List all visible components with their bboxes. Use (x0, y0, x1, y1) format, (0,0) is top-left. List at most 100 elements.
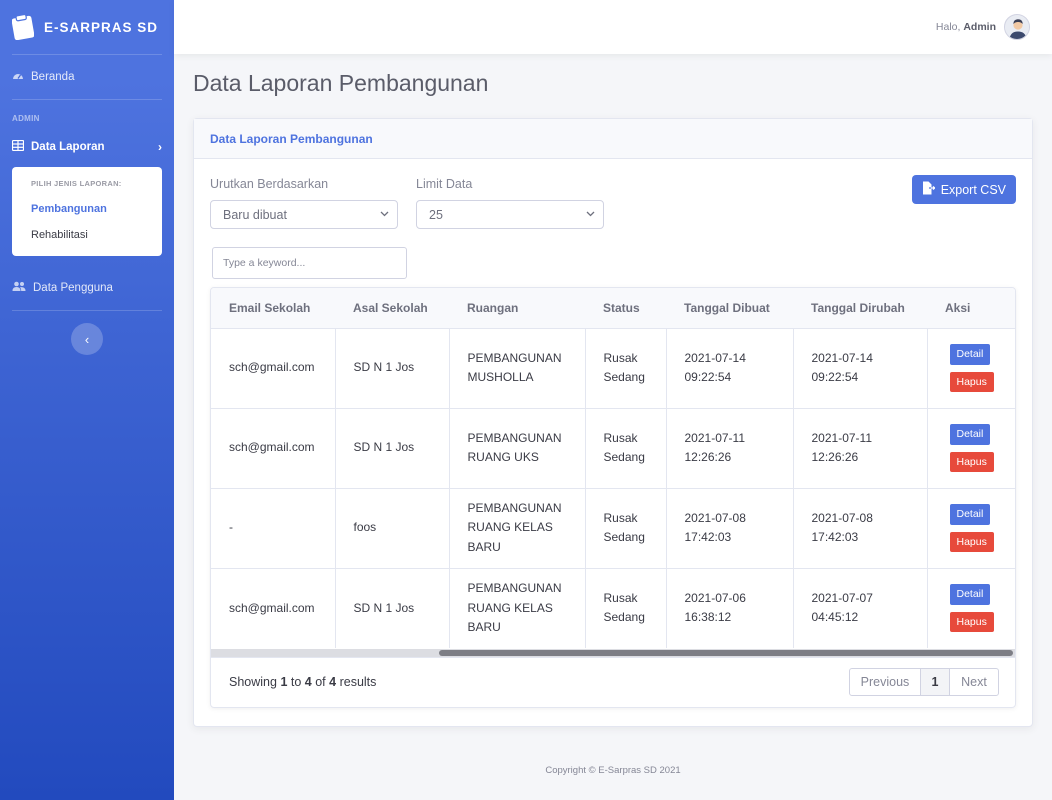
column-header[interactable]: Tanggal Dirubah (793, 288, 927, 328)
sidebar-item-label: Data Laporan (31, 141, 105, 153)
table-row: - foos PEMBANGUNAN RUANG KELAS BARU Rusa… (211, 488, 1015, 568)
cell-tanggal-dibuat: 2021-07-11 12:26:26 (665, 408, 793, 488)
search-input[interactable] (212, 247, 407, 279)
cell-asal-sekolah: foos (334, 488, 449, 568)
previous-page-button[interactable]: Previous (850, 669, 920, 695)
cell-status: Rusak Sedang (584, 488, 666, 568)
sidebar-item-label: Beranda (31, 71, 75, 83)
cell-email: sch@gmail.com (229, 600, 315, 615)
detail-button[interactable]: Detail (949, 423, 991, 445)
hapus-button[interactable]: Hapus (949, 371, 994, 393)
summary-total: 4 (329, 675, 337, 689)
card-header: Data Laporan Pembangunan (194, 119, 1032, 159)
limit-label: Limit Data (416, 177, 473, 191)
export-csv-button[interactable]: Export CSV (911, 175, 1016, 204)
cell-email: - (229, 520, 233, 535)
sidebar-heading-admin: ADMIN (12, 114, 40, 123)
sidebar-brand[interactable]: E-SARPRAS SD (0, 0, 174, 54)
cell-tanggal-dirubah: 2021-07-11 12:26:26 (792, 408, 927, 488)
sort-select-value: Baru dibuat (223, 207, 287, 222)
sort-label: Urutkan Berdasarkan (210, 177, 329, 191)
cell-tanggal-dibuat: 2021-07-06 16:38:12 (665, 568, 793, 648)
column-header[interactable]: Asal Sekolah (335, 288, 449, 328)
column-header[interactable]: Status (585, 288, 666, 328)
table-row: sch@gmail.com SD N 1 Jos PEMBANGUNAN MUS… (211, 328, 1015, 408)
table-icon (11, 139, 25, 154)
sidebar: E-SARPRAS SD Beranda ADMIN Data Laporan … (0, 0, 174, 800)
cell-aksi: Detail Hapus (926, 488, 1015, 568)
column-header[interactable]: Tanggal Dibuat (666, 288, 793, 328)
export-csv-label: Export CSV (940, 182, 1006, 197)
chevron-down-icon (380, 209, 389, 221)
footer-copyright: Copyright © E-Sarpras SD 2021 (545, 765, 681, 776)
summary-suffix: results (339, 675, 377, 689)
column-header: Aksi (945, 300, 971, 315)
dashboard-icon (12, 70, 24, 85)
cell-tanggal-dirubah: 2021-07-08 17:42:03 (792, 488, 927, 568)
sidebar-item-data-pengguna[interactable]: Data Pengguna (0, 266, 174, 310)
detail-button[interactable]: Detail (949, 343, 991, 365)
column-header[interactable]: Ruangan (449, 288, 585, 328)
clipboard-icon (11, 13, 35, 41)
hapus-button[interactable]: Hapus (949, 611, 994, 633)
submenu-item-pembangunan[interactable]: Pembangunan (12, 196, 162, 222)
cell-tanggal-dibuat: 2021-07-14 09:22:54 (665, 328, 793, 408)
hapus-button[interactable]: Hapus (949, 451, 994, 473)
table-header-row: Email Sekolah Asal Sekolah Ruangan Statu… (211, 288, 1015, 328)
laporan-submenu: PILIH JENIS LAPORAN: Pembangunan Rehabil… (12, 167, 162, 256)
submenu-item-rehabilitasi[interactable]: Rehabilitasi (12, 222, 162, 248)
cell-status: Rusak Sedang (584, 408, 666, 488)
greeting-prefix: Halo, (935, 21, 961, 33)
cell-aksi: Detail Hapus (926, 408, 1015, 488)
cell-status: Rusak Sedang (584, 328, 666, 408)
cell-aksi: Detail Hapus (926, 568, 1015, 648)
cell-tanggal-dirubah: 2021-07-14 09:22:54 (792, 328, 927, 408)
results-summary: Showing 1 to 4 of 4 results (229, 675, 376, 689)
sidebar-item-beranda[interactable]: Beranda (0, 55, 174, 99)
cell-aksi: Detail Hapus (926, 328, 1015, 408)
detail-button[interactable]: Detail (949, 584, 991, 605)
table-footer: Showing 1 to 4 of 4 results Previous 1 N… (211, 657, 1015, 707)
submenu-header: PILIH JENIS LAPORAN: (31, 179, 122, 188)
pagination: Previous 1 Next (849, 668, 999, 696)
users-icon (12, 281, 26, 295)
cell-ruangan: PEMBANGUNAN MUSHOLLA (448, 328, 585, 408)
report-card: Data Laporan Pembangunan Urutkan Berdasa… (193, 118, 1033, 727)
file-export-icon (922, 181, 936, 198)
avatar[interactable] (1004, 14, 1030, 40)
chevron-right-icon: › (158, 140, 162, 154)
column-header[interactable]: Email Sekolah (211, 288, 335, 328)
summary-prefix: Showing (229, 675, 277, 689)
cell-asal-sekolah: SD N 1 Jos (334, 328, 449, 408)
topbar: Halo, Admin (174, 0, 1052, 54)
cell-email: sch@gmail.com (229, 440, 315, 455)
page-number-button[interactable]: 1 (920, 669, 950, 695)
hapus-button[interactable]: Hapus (949, 531, 994, 553)
report-table: Email Sekolah Asal Sekolah Ruangan Statu… (210, 287, 1016, 708)
sidebar-divider (12, 310, 162, 311)
horizontal-scrollbar[interactable] (211, 649, 1015, 657)
chevron-down-icon (586, 209, 595, 221)
cell-email: sch@gmail.com (229, 360, 315, 375)
chevron-left-icon: ‹ (84, 331, 90, 347)
sidebar-item-data-laporan[interactable]: Data Laporan › (0, 129, 174, 165)
table-row: sch@gmail.com SD N 1 Jos PEMBANGUNAN RUA… (211, 408, 1015, 488)
cell-ruangan: PEMBANGUNAN RUANG UKS (448, 408, 585, 488)
cell-asal-sekolah: SD N 1 Jos (334, 568, 449, 648)
scrollbar-thumb[interactable] (439, 650, 1013, 656)
cell-status: Rusak Sedang (584, 568, 666, 648)
sidebar-toggle-button[interactable]: ‹ (71, 323, 103, 355)
cell-tanggal-dibuat: 2021-07-08 17:42:03 (665, 488, 793, 568)
limit-select[interactable]: 25 (416, 200, 604, 229)
cell-tanggal-dirubah: 2021-07-07 04:45:12 (792, 568, 927, 648)
summary-to-word: to (290, 675, 302, 689)
user-name: Admin (963, 21, 996, 33)
user-greeting[interactable]: Halo, Admin (936, 21, 996, 33)
summary-to: 4 (304, 675, 312, 689)
detail-button[interactable]: Detail (949, 503, 991, 525)
sidebar-item-label: Data Pengguna (33, 282, 113, 294)
cell-asal-sekolah: SD N 1 Jos (334, 408, 449, 488)
next-page-button[interactable]: Next (950, 669, 998, 695)
sort-select[interactable]: Baru dibuat (210, 200, 398, 229)
brand-name: E-SARPRAS SD (44, 19, 159, 35)
